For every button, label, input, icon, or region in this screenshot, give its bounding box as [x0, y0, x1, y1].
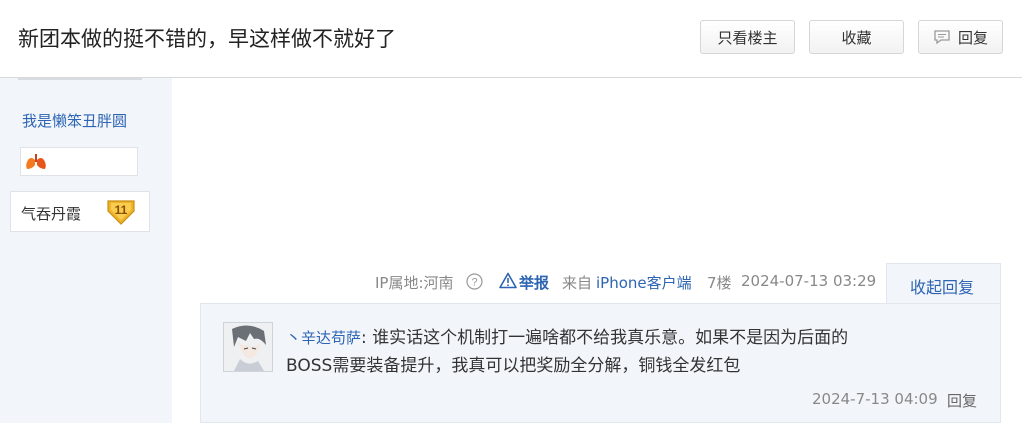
report-link[interactable]: 举报 — [519, 272, 549, 293]
user-sidebar: 我是懒笨丑胖圆 气吞丹霞 11 — [0, 78, 172, 423]
favorite-button[interactable]: 收藏 — [809, 20, 904, 54]
only-author-button[interactable]: 只看楼主 — [700, 20, 795, 54]
comment-text-line-2: BOSS需要装备提升，我真可以把奖励全分解，铜钱全发红包 — [286, 356, 741, 376]
level-badge-icon: 11 — [107, 200, 135, 225]
comment-reply-link[interactable]: 回复 — [947, 390, 977, 411]
comment-line-1: 丶辛达苟萨: 谁实话这个机制打一遍啥都不给我真乐意。如果不是因为后面的 — [286, 324, 986, 352]
reply-button-label: 回复 — [957, 28, 988, 47]
username-link[interactable]: 我是懒笨丑胖圆 — [22, 110, 127, 131]
level-number: 11 — [115, 203, 128, 217]
ip-location: IP属地:河南 — [375, 274, 454, 292]
device-link[interactable]: iPhone客户端 — [596, 272, 692, 293]
collapse-replies-tab[interactable]: 收起回复 — [886, 263, 1001, 304]
from-label: 来自 — [562, 274, 593, 292]
comment-body: 丶辛达苟萨: 谁实话这个机制打一遍啥都不给我真乐意。如果不是因为后面的 BOSS… — [286, 324, 986, 380]
reply-button[interactable]: 回复 — [918, 20, 1003, 54]
thread-header: 新团本做的挺不错的，早这样做不就好了 只看楼主 收藏 回复 — [0, 0, 1022, 78]
help-icon[interactable]: ? — [466, 273, 483, 294]
thread-title: 新团本做的挺不错的，早这样做不就好了 — [18, 27, 396, 51]
comment-timestamp: 2024-7-13 04:09 — [812, 390, 938, 408]
comment-panel: 丶辛达苟萨: 谁实话这个机制打一遍啥都不给我真乐意。如果不是因为后面的 BOSS… — [200, 303, 1001, 423]
level-name: 气吞丹霞 — [21, 205, 82, 223]
level-box[interactable]: 气吞丹霞 11 — [10, 191, 150, 232]
divider — [18, 78, 142, 80]
svg-text:?: ? — [471, 277, 477, 289]
warning-icon[interactable] — [499, 272, 517, 293]
post-timestamp: 2024-07-13 03:29 — [741, 272, 877, 290]
comment-text-line-1: 谁实话这个机制打一遍啥都不给我真乐意。如果不是因为后面的 — [372, 328, 849, 348]
avatar[interactable] — [223, 322, 273, 372]
collapse-replies-label: 收起回复 — [910, 278, 975, 297]
speech-bubble-icon — [933, 29, 951, 45]
user-icon-box — [20, 147, 138, 176]
comment-separator: : — [361, 328, 367, 348]
commenter-link[interactable]: 丶辛达苟萨 — [286, 329, 361, 347]
lung-icon — [26, 154, 46, 169]
floor-number: 7楼 — [707, 274, 732, 292]
